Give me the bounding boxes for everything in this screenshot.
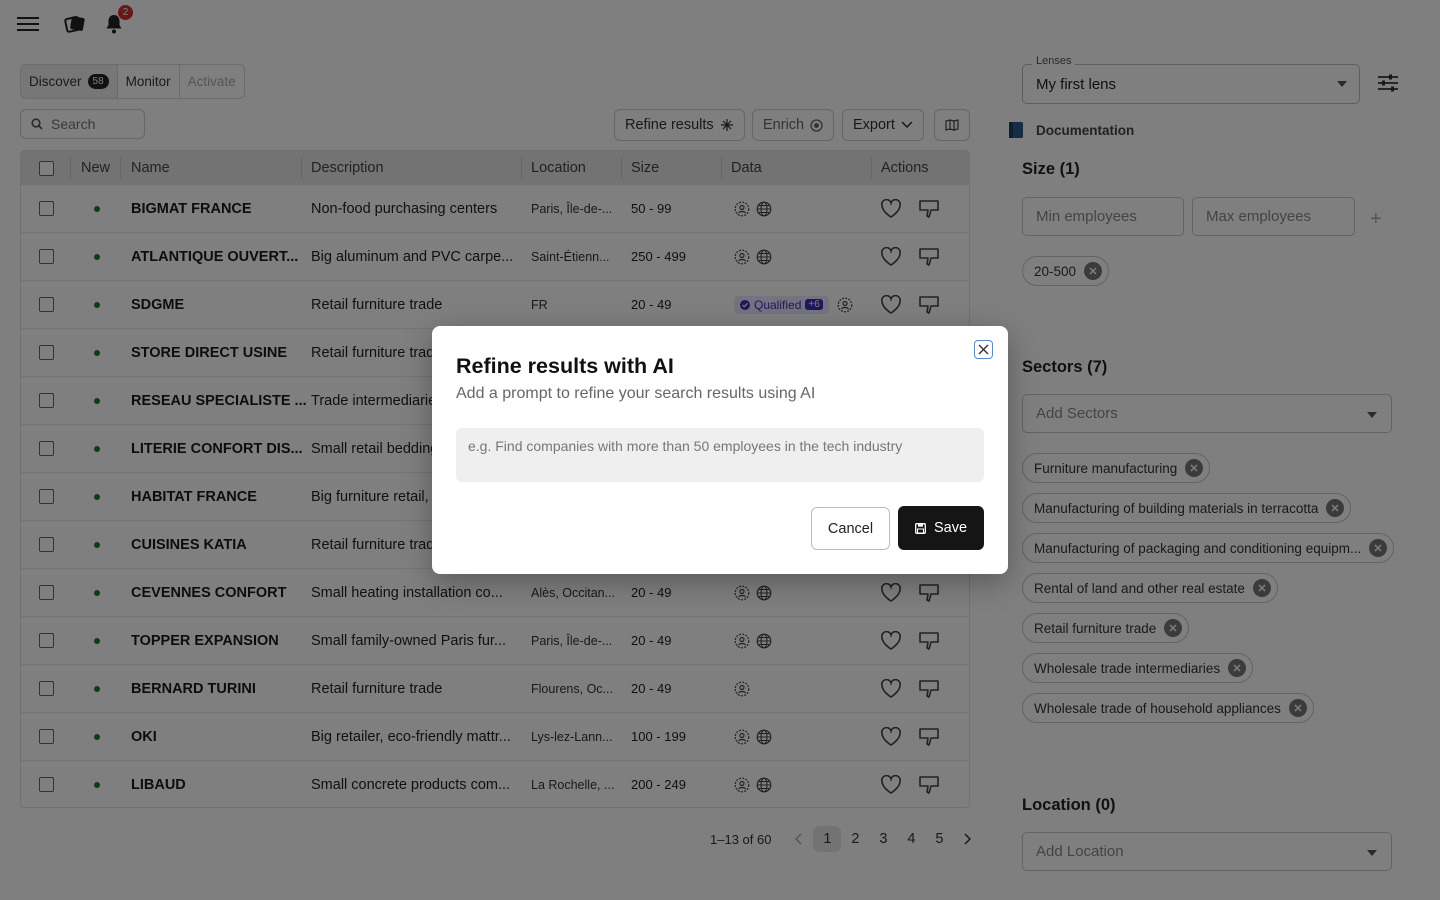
close-icon[interactable] xyxy=(974,340,993,359)
save-label: Save xyxy=(933,520,968,536)
ai-prompt-input[interactable] xyxy=(456,428,984,482)
dialog-title: Refine results with AI xyxy=(456,354,674,378)
dialog-subtitle: Add a prompt to refine your search resul… xyxy=(456,385,816,402)
refine-ai-dialog: Refine results with AI Add a prompt to r… xyxy=(432,326,1008,574)
cancel-button[interactable]: Cancel xyxy=(811,507,890,550)
save-button[interactable]: Save xyxy=(898,506,984,550)
save-icon xyxy=(915,522,926,534)
